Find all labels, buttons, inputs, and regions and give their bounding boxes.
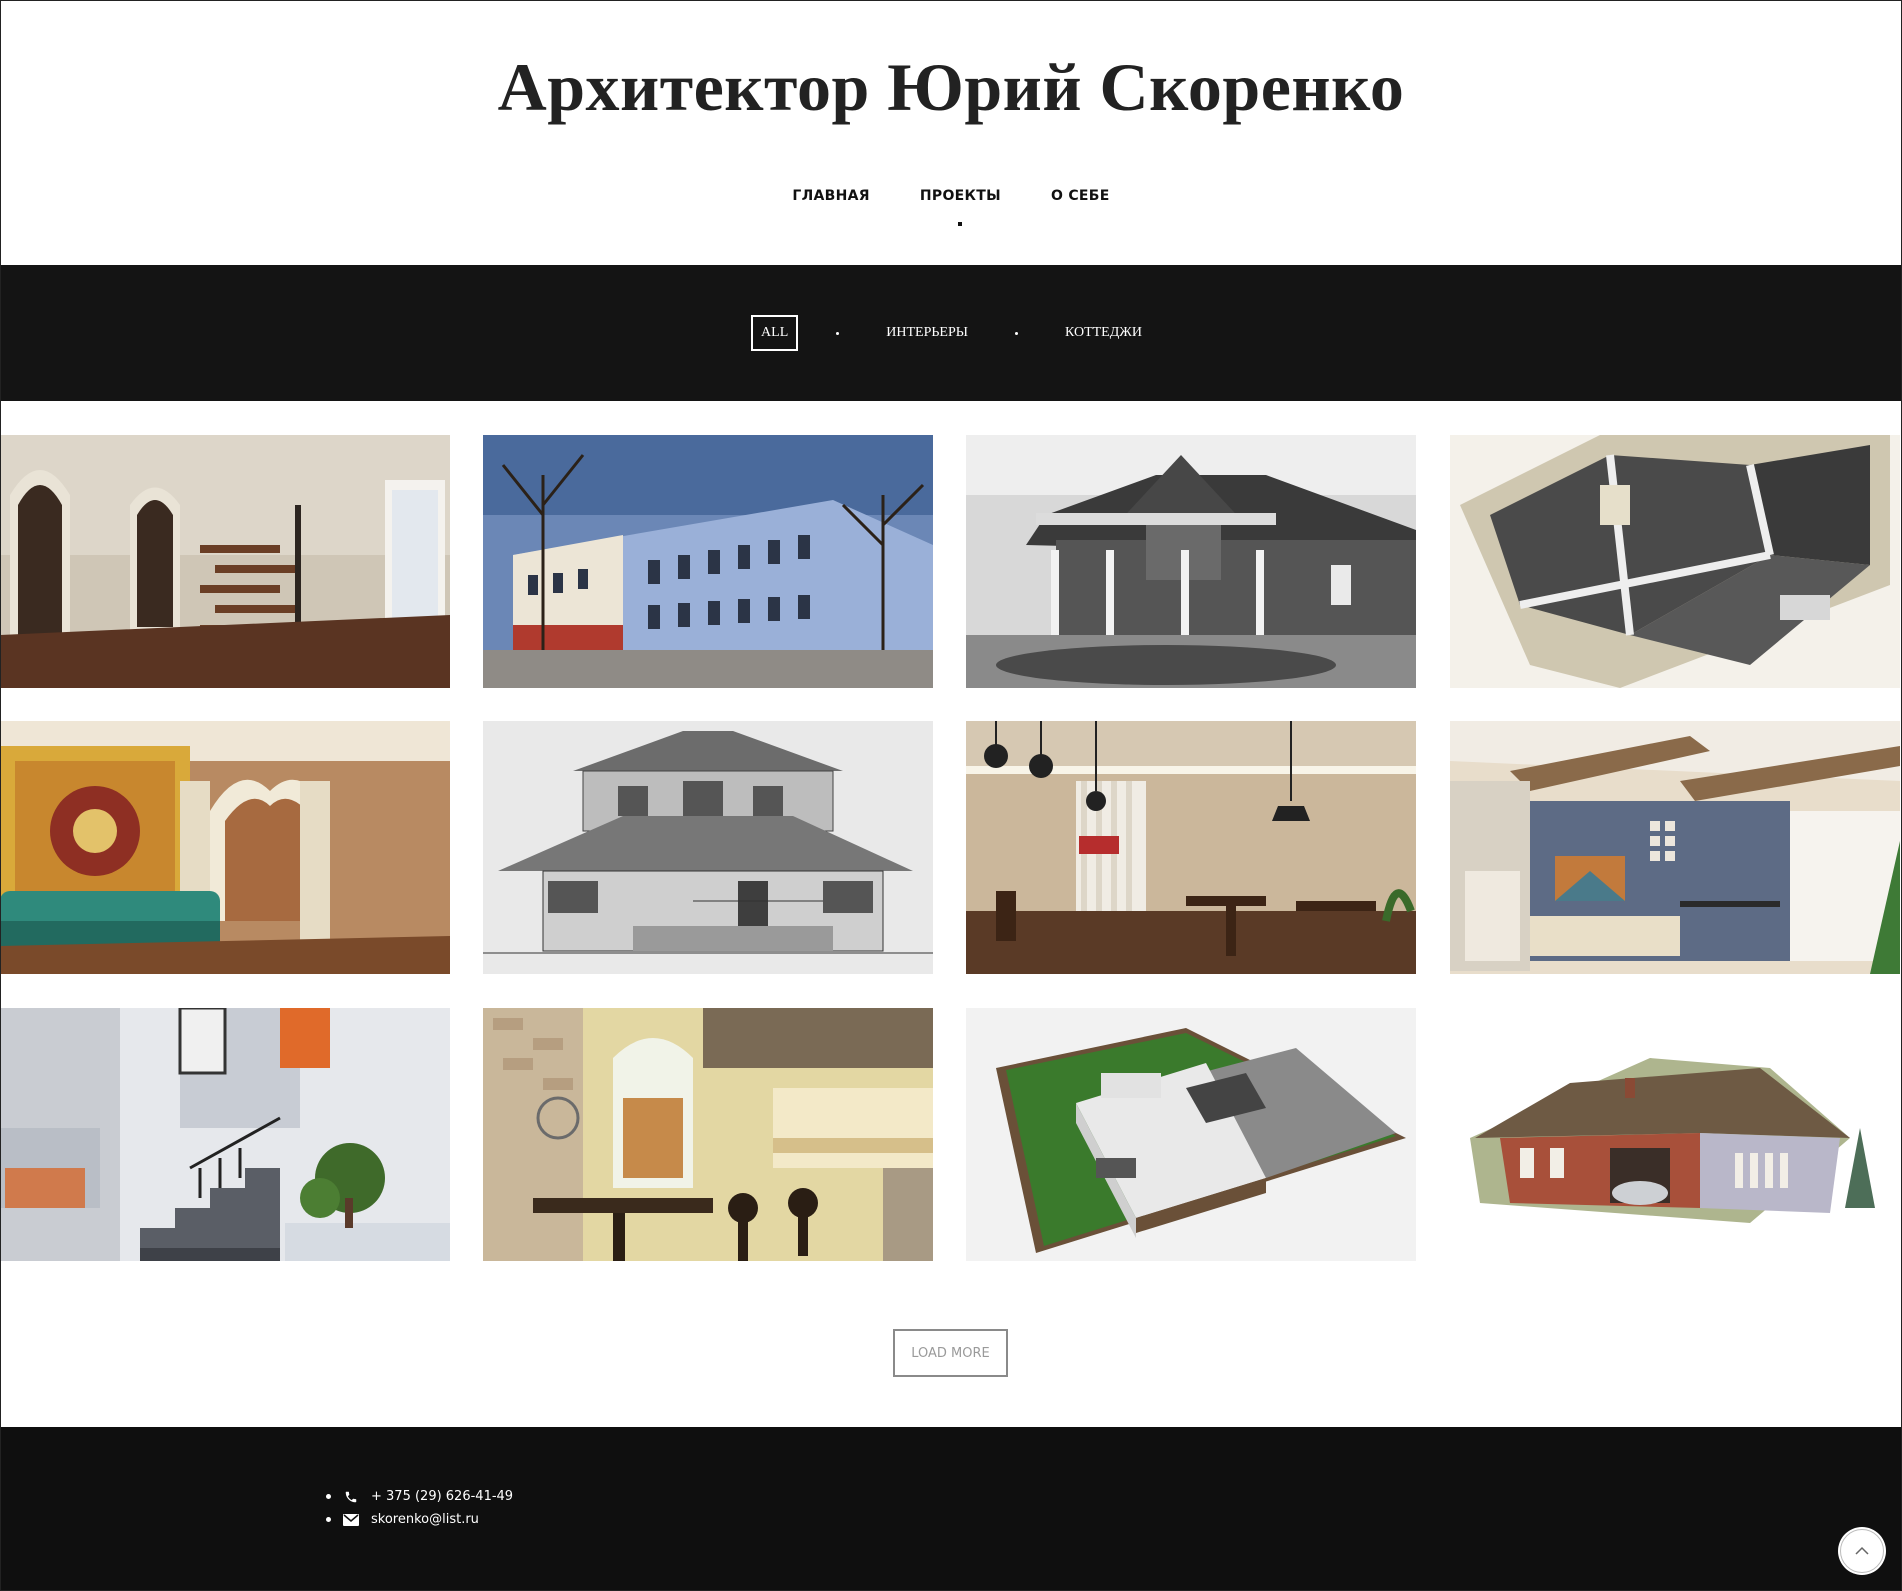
nav-item-about[interactable]: О СЕБЕ — [1051, 188, 1110, 204]
gallery-tile-oriental-interior[interactable] — [0, 721, 450, 974]
gallery-tile-brick-cottage-model[interactable] — [1450, 1008, 1900, 1261]
filter-separator — [836, 331, 840, 335]
thumbnail-image — [483, 435, 933, 688]
phone-icon — [343, 1489, 359, 1505]
gallery-tile-interior-spiral-staircase[interactable] — [0, 435, 450, 688]
email-address[interactable]: skorenko@list.ru — [371, 1512, 479, 1527]
filter-separator — [1014, 331, 1018, 335]
contact-email: skorenko@list.ru — [326, 1508, 513, 1531]
thumbnail-image — [1450, 435, 1900, 688]
chevron-up-icon — [1855, 1546, 1869, 1555]
scroll-to-top-button[interactable] — [1840, 1529, 1884, 1573]
site-footer: + 375 (29) 626-41-49 skorenko@list.ru — [0, 1427, 1902, 1591]
contact-phone: + 375 (29) 626-41-49 — [326, 1485, 513, 1508]
thumbnail-image — [966, 435, 1416, 688]
filter-cottages[interactable]: КОТТЕДЖИ — [1056, 315, 1151, 351]
site-title[interactable]: Архитектор Юрий Скоренко — [0, 48, 1902, 127]
nav-item-home[interactable]: ГЛАВНАЯ — [792, 188, 870, 204]
gallery-tile-blue-historic-building[interactable] — [483, 435, 933, 688]
list-bullet — [326, 1494, 331, 1499]
list-bullet — [326, 1517, 331, 1522]
filter-all[interactable]: ALL — [751, 315, 799, 351]
nav-item-projects[interactable]: ПРОЕКТЫ — [920, 188, 1001, 226]
gallery-tile-modern-villa-model[interactable] — [966, 1008, 1416, 1261]
thumbnail-image — [0, 1008, 450, 1261]
site-header: Архитектор Юрий Скоренко ГЛАВНАЯ ПРОЕКТЫ… — [0, 0, 1902, 265]
gallery-tile-3d-floor-plan[interactable] — [1450, 435, 1900, 688]
thumbnail-image — [0, 435, 450, 688]
contact-list: + 375 (29) 626-41-49 skorenko@list.ru — [326, 1485, 513, 1531]
thumbnail-image — [966, 1008, 1416, 1261]
gallery-tile-loft-cafe-interior[interactable] — [966, 721, 1416, 974]
thumbnail-image — [1450, 721, 1900, 974]
gallery-tile-white-staircase-interior[interactable] — [0, 1008, 450, 1261]
thumbnail-image — [966, 721, 1416, 974]
filter-interiors[interactable]: ИНТЕРЬЕРЫ — [877, 315, 977, 351]
gallery-tile-brick-house-with-pond[interactable] — [966, 435, 1416, 688]
load-more-button[interactable]: LOAD MORE — [893, 1329, 1008, 1377]
thumbnail-image — [1450, 1008, 1900, 1261]
thumbnail-image — [483, 721, 933, 974]
envelope-icon — [343, 1512, 359, 1528]
portfolio-filter-bar: ALL ИНТЕРЬЕРЫ КОТТЕДЖИ — [0, 265, 1902, 401]
thumbnail-image — [483, 1008, 933, 1261]
gallery-tile-living-room-beams[interactable] — [1450, 721, 1900, 974]
gallery-tile-bakery-cafe-interior[interactable] — [483, 1008, 933, 1261]
filter-list: ALL ИНТЕРЬЕРЫ КОТТЕДЖИ — [0, 315, 1902, 351]
thumbnail-image — [0, 721, 450, 974]
main-nav: ГЛАВНАЯ ПРОЕКТЫ О СЕБЕ — [0, 188, 1902, 226]
gallery-tile-house-sketch[interactable] — [483, 721, 933, 974]
phone-number[interactable]: + 375 (29) 626-41-49 — [371, 1489, 513, 1504]
